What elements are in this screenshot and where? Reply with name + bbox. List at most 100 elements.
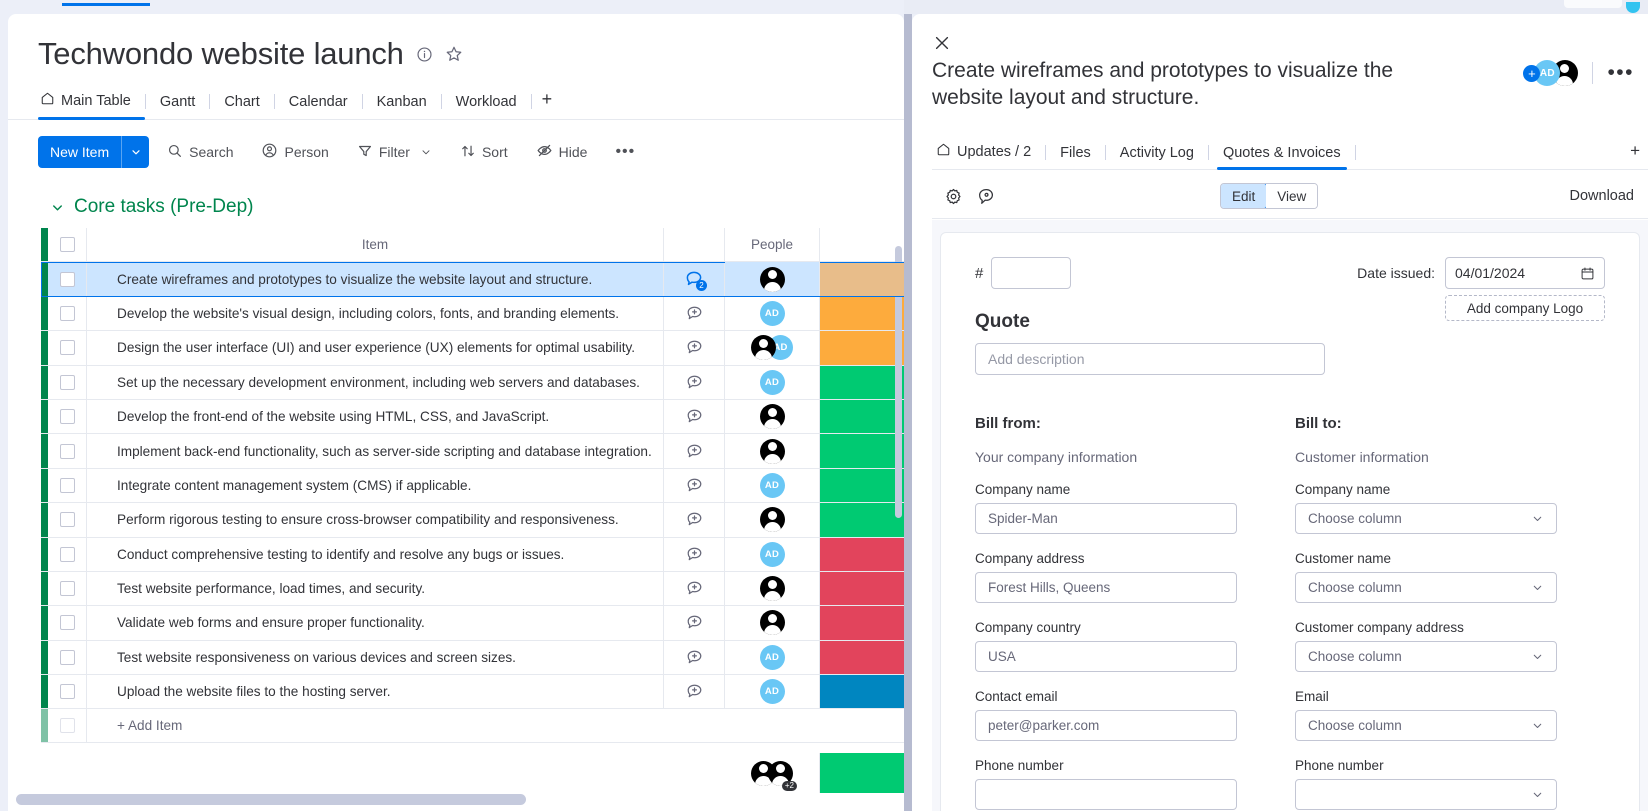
avatar[interactable] <box>759 266 785 292</box>
tab-gantt[interactable]: Gantt <box>146 94 209 119</box>
row-status-cell[interactable] <box>820 571 904 606</box>
table-row[interactable]: Test website performance, load times, an… <box>41 571 904 607</box>
avatar-initials[interactable]: AD <box>759 472 785 498</box>
row-checkbox[interactable] <box>59 477 75 493</box>
sort-button[interactable]: Sort <box>450 137 518 167</box>
pane-divider[interactable] <box>904 14 912 811</box>
add-update-icon[interactable] <box>685 476 704 495</box>
avatar-initials[interactable]: AD <box>759 300 785 326</box>
row-checkbox[interactable] <box>59 340 75 356</box>
row-status-cell[interactable] <box>820 262 904 296</box>
group-header[interactable]: Core tasks (Pre-Dep) <box>8 196 904 218</box>
invite-cluster[interactable]: + AD <box>1523 60 1579 86</box>
row-people-cell[interactable]: AD <box>725 640 820 675</box>
hide-button[interactable]: Hide <box>526 137 598 167</box>
avatar[interactable] <box>759 576 785 602</box>
avatar[interactable] <box>759 610 785 636</box>
row-checkbox[interactable] <box>59 546 75 562</box>
select-all-cell[interactable] <box>48 228 87 262</box>
select-all-checkbox[interactable] <box>59 237 75 253</box>
row-people-cell[interactable] <box>725 399 820 434</box>
field-select[interactable]: Choose column <box>1295 503 1557 534</box>
field-input[interactable]: Forest Hills, Queens <box>975 572 1237 603</box>
row-checkbox-cell[interactable] <box>48 262 87 296</box>
chevron-down-icon[interactable] <box>1531 512 1544 525</box>
row-item-name[interactable]: Test website performance, load times, an… <box>87 571 664 606</box>
view-mode-button[interactable]: View <box>1266 184 1318 208</box>
row-status-cell[interactable] <box>820 434 904 468</box>
avatar-initials[interactable]: AD <box>759 541 785 567</box>
row-people-cell[interactable]: AD <box>725 365 820 399</box>
row-people-cell[interactable]: AD <box>725 296 820 331</box>
row-updates-cell[interactable] <box>664 434 725 468</box>
row-people-cell[interactable] <box>725 571 820 606</box>
row-status-cell[interactable] <box>820 468 904 503</box>
add-update-icon[interactable] <box>685 682 704 701</box>
chevron-down-icon[interactable] <box>121 136 149 168</box>
tab-updates[interactable]: Updates / 2 <box>932 142 1045 169</box>
add-update-icon[interactable] <box>685 579 704 598</box>
active-browser-tab[interactable] <box>62 0 150 6</box>
tab-activity-log[interactable]: Activity Log <box>1106 145 1208 169</box>
tab-chart[interactable]: Chart <box>210 94 273 119</box>
row-checkbox-cell[interactable] <box>48 399 87 434</box>
table-row[interactable]: Upload the website files to the hosting … <box>41 675 904 710</box>
close-icon[interactable] <box>932 33 954 55</box>
row-people-cell[interactable]: AD <box>725 468 820 503</box>
add-update-icon[interactable] <box>685 442 704 461</box>
chevron-down-icon[interactable] <box>420 146 432 158</box>
table-row[interactable]: Create wireframes and prototypes to visu… <box>41 262 904 297</box>
more-options-button[interactable]: ••• <box>605 137 645 167</box>
field-select[interactable] <box>1295 779 1557 810</box>
table-row[interactable]: Develop the front-end of the website usi… <box>41 399 904 435</box>
column-header-item[interactable]: Item <box>87 228 664 262</box>
tab-files[interactable]: Files <box>1046 145 1105 169</box>
row-updates-cell[interactable] <box>664 331 725 365</box>
detail-more-button[interactable]: ••• <box>1607 62 1634 82</box>
row-item-name[interactable]: Validate web forms and ensure proper fun… <box>87 606 664 640</box>
row-updates-cell[interactable] <box>664 571 725 606</box>
row-status-cell[interactable] <box>820 606 904 640</box>
row-updates-cell[interactable]: 2 <box>664 262 725 296</box>
avatar[interactable] <box>759 438 785 464</box>
row-checkbox[interactable] <box>59 443 75 459</box>
edit-mode-button[interactable]: Edit <box>1221 184 1268 208</box>
row-item-name[interactable]: Conduct comprehensive testing to identif… <box>87 537 664 571</box>
tab-kanban[interactable]: Kanban <box>363 94 441 119</box>
field-input[interactable] <box>975 779 1237 810</box>
field-input[interactable]: USA <box>975 641 1237 672</box>
quote-number-input[interactable] <box>991 257 1072 289</box>
row-updates-cell[interactable] <box>664 503 725 537</box>
info-icon[interactable] <box>416 46 433 63</box>
edit-view-toggle[interactable]: Edit View <box>1220 183 1319 209</box>
add-company-logo-button[interactable]: Add company Logo <box>1445 295 1605 321</box>
row-checkbox[interactable] <box>59 581 75 597</box>
row-checkbox-cell[interactable] <box>48 365 87 399</box>
tab-workload[interactable]: Workload <box>442 94 531 119</box>
row-status-cell[interactable] <box>820 296 904 331</box>
add-update-icon[interactable] <box>685 373 704 392</box>
row-people-cell[interactable]: AD <box>725 675 820 709</box>
row-checkbox[interactable] <box>59 409 75 425</box>
row-people-cell[interactable] <box>725 262 820 296</box>
row-checkbox-cell[interactable] <box>48 468 87 503</box>
row-updates-cell[interactable] <box>664 675 725 709</box>
row-people-cell[interactable]: AD <box>725 537 820 571</box>
row-checkbox-cell[interactable] <box>48 434 87 468</box>
table-row[interactable]: Test website responsiveness on various d… <box>41 640 904 676</box>
column-header-people[interactable]: People <box>725 228 820 262</box>
row-updates-cell[interactable] <box>664 399 725 434</box>
star-icon[interactable] <box>445 45 463 63</box>
download-button[interactable]: Download <box>1570 188 1635 204</box>
person-button[interactable]: Person <box>251 137 338 167</box>
field-select[interactable]: Choose column <box>1295 641 1557 672</box>
row-checkbox-cell[interactable] <box>48 296 87 331</box>
row-people-cell[interactable] <box>725 434 820 468</box>
row-updates-cell[interactable] <box>664 537 725 571</box>
add-update-icon[interactable] <box>685 613 704 632</box>
field-input[interactable]: peter@parker.com <box>975 710 1237 741</box>
add-update-icon[interactable] <box>685 407 704 426</box>
row-item-name[interactable]: Develop the front-end of the website usi… <box>87 399 664 434</box>
row-updates-cell[interactable] <box>664 296 725 331</box>
field-input[interactable]: Spider-Man <box>975 503 1237 534</box>
